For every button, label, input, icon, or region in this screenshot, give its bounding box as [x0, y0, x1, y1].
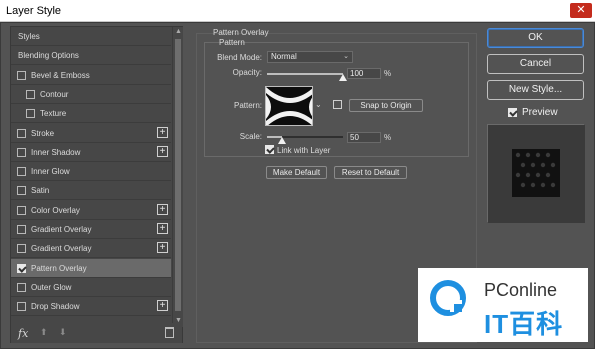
pattern-label: Pattern: — [233, 101, 262, 110]
style-item[interactable]: Bevel & Emboss — [11, 65, 171, 85]
style-item[interactable]: Pattern Overlay — [11, 258, 171, 278]
ok-button[interactable]: OK — [487, 28, 584, 48]
style-item-checkbox[interactable] — [17, 167, 26, 177]
opacity-slider-fill — [267, 73, 343, 75]
move-up-icon[interactable]: ⬆ — [40, 327, 48, 338]
link-with-layer-checkbox[interactable] — [265, 145, 274, 154]
style-item[interactable]: Outer Glow — [11, 277, 171, 297]
style-item-checkbox[interactable] — [17, 186, 26, 196]
preview-label: Preview — [522, 107, 558, 118]
style-item[interactable]: Color Overlay + — [11, 200, 171, 220]
style-item[interactable]: Satin — [11, 181, 171, 201]
style-item-checkbox[interactable] — [17, 263, 26, 273]
trash-icon[interactable] — [165, 327, 174, 338]
style-item-label: Bevel & Emboss — [31, 70, 90, 80]
add-effect-icon[interactable]: + — [157, 145, 168, 157]
preview-pattern-icon — [488, 125, 585, 223]
opacity-slider[interactable] — [267, 73, 343, 75]
style-item-label: Outer Glow — [31, 282, 72, 292]
link-with-layer-label: Link with Layer — [277, 146, 331, 155]
style-item-label: Texture — [40, 109, 67, 119]
new-preset-icon[interactable] — [333, 100, 342, 109]
styles-scrollbar[interactable]: ▲ ▼ — [172, 27, 183, 327]
style-item[interactable]: Drop Shadow + — [11, 297, 171, 317]
opacity-slider-knob[interactable] — [339, 74, 347, 81]
preview-thumbnail — [487, 124, 585, 223]
add-effect-icon[interactable]: + — [157, 242, 168, 254]
style-item[interactable]: Gradient Overlay + — [11, 239, 171, 259]
opacity-input[interactable]: 100 — [347, 68, 381, 79]
style-item-label: Contour — [40, 89, 69, 99]
style-item-checkbox[interactable] — [26, 89, 35, 99]
style-item-label: Inner Glow — [31, 167, 70, 177]
scroll-thumb[interactable] — [175, 39, 181, 311]
close-icon[interactable]: ✕ — [570, 3, 592, 18]
pattern-preview-icon — [266, 87, 312, 125]
scale-slider-knob[interactable] — [278, 137, 287, 144]
style-item-checkbox[interactable] — [17, 147, 26, 157]
cancel-button[interactable]: Cancel — [487, 54, 584, 74]
add-effect-icon[interactable]: + — [157, 203, 168, 215]
styles-bottom-bar: fx ⬆ ⬇ — [11, 323, 182, 343]
reset-to-default-button[interactable]: Reset to Default — [334, 166, 407, 179]
snap-to-origin-button[interactable]: Snap to Origin — [349, 99, 423, 112]
add-effect-icon[interactable]: + — [157, 223, 168, 234]
opacity-unit: % — [384, 69, 392, 78]
style-item-label: Gradient Overlay — [31, 225, 92, 234]
section-title: Pattern Overlay — [213, 28, 269, 37]
add-effect-icon[interactable]: + — [157, 126, 168, 138]
style-item-label: Styles — [18, 32, 40, 41]
scroll-up-icon[interactable]: ▲ — [174, 28, 183, 38]
style-item[interactable]: Stroke + — [11, 123, 171, 143]
style-item-label: Pattern Overlay — [31, 263, 87, 273]
scale-label: Scale: — [239, 132, 262, 141]
pattern-picker-chevron-icon[interactable]: ⌄ — [315, 100, 322, 109]
style-item-checkbox[interactable] — [17, 70, 26, 80]
window-title: Layer Style — [6, 5, 62, 17]
style-item-checkbox[interactable] — [17, 282, 26, 292]
style-item-label: Gradient Overlay — [31, 244, 92, 254]
pattern-group-title: Pattern — [219, 38, 245, 47]
blend-mode-value: Normal — [271, 52, 297, 61]
styles-list: Styles Blending Options Bevel & Emboss Cont… — [10, 26, 183, 343]
new-style-button[interactable]: New Style... — [487, 80, 584, 100]
style-item[interactable]: Blending Options — [11, 46, 171, 66]
make-default-button[interactable]: Make Default — [266, 166, 327, 179]
style-item-label: Color Overlay — [31, 205, 80, 215]
style-item[interactable]: Styles — [11, 27, 171, 46]
style-item[interactable]: Inner Glow — [11, 162, 171, 182]
blend-mode-select[interactable]: Normal ⌄ — [267, 51, 353, 63]
style-item-checkbox[interactable] — [17, 302, 26, 312]
pconline-logo-icon — [430, 280, 466, 316]
style-item-checkbox[interactable] — [17, 128, 26, 138]
style-item[interactable]: Contour — [11, 84, 171, 104]
preview-checkbox[interactable] — [508, 108, 517, 117]
opacity-label: Opacity: — [232, 68, 262, 77]
pconline-watermark: PConline IT百科 — [418, 268, 588, 342]
pattern-swatch[interactable] — [265, 86, 313, 126]
style-item-checkbox[interactable] — [17, 205, 26, 215]
blend-mode-label: Blend Mode: — [217, 53, 262, 62]
style-item-label: Blending Options — [18, 51, 79, 61]
title-bar: Layer Style ✕ — [0, 0, 595, 22]
style-item-label: Satin — [31, 186, 50, 196]
style-item-label: Drop Shadow — [31, 302, 80, 312]
move-down-icon[interactable]: ⬇ — [59, 327, 67, 338]
style-item-checkbox[interactable] — [17, 225, 26, 234]
scale-input[interactable]: 50 — [347, 132, 381, 143]
style-item-checkbox[interactable] — [26, 109, 35, 119]
fx-icon[interactable]: fx — [18, 327, 28, 340]
scale-unit: % — [384, 133, 392, 142]
add-effect-icon[interactable]: + — [157, 300, 168, 312]
style-item[interactable]: Texture — [11, 104, 171, 124]
chevron-down-icon: ⌄ — [343, 53, 349, 60]
watermark-cn: IT百科 — [484, 309, 564, 339]
style-item-label: Inner Shadow — [31, 147, 81, 157]
style-item-checkbox[interactable] — [17, 244, 26, 254]
watermark-brand: PConline — [484, 280, 558, 300]
style-item-label: Stroke — [31, 128, 55, 138]
style-item[interactable]: Inner Shadow + — [11, 142, 171, 162]
style-item[interactable]: Gradient Overlay + — [11, 220, 171, 239]
